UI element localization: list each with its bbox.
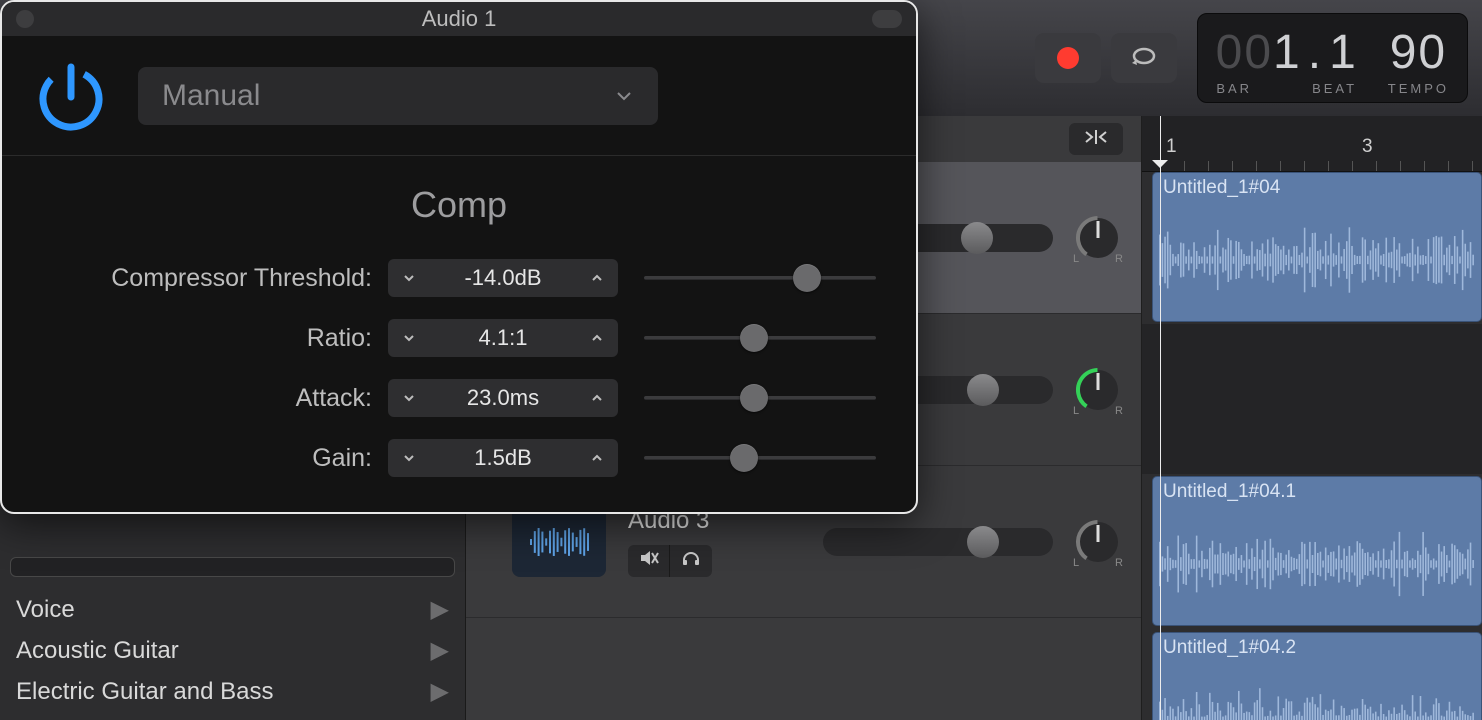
library-item-label: Voice	[16, 596, 75, 624]
window-control-icon[interactable]	[872, 10, 902, 28]
param-label: Gain:	[42, 444, 372, 473]
lcd-display: 001.1 BARBEAT 90 TEMPO	[1197, 13, 1468, 103]
region-waveform	[1159, 669, 1475, 720]
param-value: 1.5dB	[430, 445, 576, 471]
chevron-right-icon: ▶	[431, 636, 449, 665]
catch-icon	[1082, 128, 1110, 151]
library-search[interactable]	[10, 557, 455, 577]
playhead[interactable]	[1160, 116, 1161, 720]
library-item[interactable]: Electric Guitar and Bass ▶	[0, 671, 465, 712]
audio-region[interactable]: Untitled_1#04.1	[1152, 476, 1482, 626]
param-value: 23.0ms	[430, 385, 576, 411]
audio-region[interactable]: Untitled_1#04.2	[1152, 632, 1482, 720]
ruler-mark: 3	[1362, 136, 1373, 158]
mute-icon	[639, 550, 659, 571]
lcd-position[interactable]: 001.1 BARBEAT	[1216, 29, 1358, 96]
param-label: Compressor Threshold:	[42, 264, 372, 293]
param-stepper[interactable]: 23.0ms	[388, 379, 618, 417]
param-row: Compressor Threshold: -14.0dB	[42, 248, 876, 308]
transport	[1035, 33, 1177, 83]
power-icon[interactable]	[32, 57, 110, 135]
audio-region[interactable]: Untitled_1#04	[1152, 172, 1482, 322]
window-control-icon[interactable]	[16, 10, 34, 28]
param-stepper[interactable]: 1.5dB	[388, 439, 618, 477]
preset-value: Manual	[162, 79, 260, 113]
waveform-icon	[528, 524, 590, 560]
region-name: Untitled_1#04.2	[1163, 637, 1296, 659]
ruler-mark: 1	[1166, 136, 1177, 158]
record-icon	[1057, 47, 1079, 69]
chevron-up-icon[interactable]	[576, 259, 618, 297]
arrange-timeline[interactable]: 1 3 Untitled_1#04 Untitled_1#04.1 Untitl…	[1142, 116, 1482, 720]
ruler[interactable]: 1 3	[1142, 116, 1482, 172]
empty-lane	[1142, 324, 1482, 474]
library-item[interactable]: Acoustic Guitar ▶	[0, 630, 465, 671]
plugin-section-title: Comp	[42, 184, 876, 226]
library-item-label: Electric Guitar and Bass	[16, 678, 273, 706]
chevron-down-icon[interactable]	[388, 379, 430, 417]
param-label: Attack:	[42, 384, 372, 413]
chevron-down-icon[interactable]	[388, 439, 430, 477]
chevron-down-icon[interactable]	[388, 319, 430, 357]
region-waveform	[1159, 209, 1475, 311]
chevron-down-icon	[614, 86, 634, 106]
region-name: Untitled_1#04	[1163, 177, 1280, 199]
chevron-down-icon[interactable]	[388, 259, 430, 297]
region-waveform	[1159, 513, 1475, 615]
lcd-tempo[interactable]: 90 TEMPO	[1388, 29, 1449, 96]
chevron-right-icon: ▶	[431, 595, 449, 624]
param-row: Gain: 1.5dB	[42, 428, 876, 488]
param-value: -14.0dB	[430, 265, 576, 291]
cycle-icon	[1129, 44, 1159, 73]
param-label: Ratio:	[42, 324, 372, 353]
cycle-button[interactable]	[1111, 33, 1177, 83]
plugin-titlebar[interactable]: Audio 1	[2, 2, 916, 36]
volume-slider[interactable]	[823, 528, 1053, 556]
param-slider[interactable]	[644, 439, 876, 477]
headphones-icon	[681, 550, 701, 571]
param-value: 4.1:1	[430, 325, 576, 351]
pan-knob[interactable]: LR	[1073, 213, 1123, 263]
catch-playhead-button[interactable]	[1069, 123, 1123, 155]
param-stepper[interactable]: -14.0dB	[388, 259, 618, 297]
param-stepper[interactable]: 4.1:1	[388, 319, 618, 357]
chevron-up-icon[interactable]	[576, 439, 618, 477]
plugin-title: Audio 1	[422, 6, 497, 32]
pan-knob[interactable]: LR	[1073, 365, 1123, 415]
mute-button[interactable]	[628, 545, 670, 577]
chevron-up-icon[interactable]	[576, 319, 618, 357]
param-slider[interactable]	[644, 319, 876, 357]
chevron-up-icon[interactable]	[576, 379, 618, 417]
plugin-window: Audio 1 Manual Comp Compressor Threshold…	[0, 0, 918, 514]
chevron-right-icon: ▶	[431, 677, 449, 706]
param-slider[interactable]	[644, 259, 876, 297]
library-item[interactable]: Voice ▶	[0, 589, 465, 630]
param-row: Ratio: 4.1:1	[42, 308, 876, 368]
record-button[interactable]	[1035, 33, 1101, 83]
pan-knob[interactable]: LR	[1073, 517, 1123, 567]
param-row: Attack: 23.0ms	[42, 368, 876, 428]
library-item-label: Acoustic Guitar	[16, 637, 179, 665]
param-slider[interactable]	[644, 379, 876, 417]
preset-dropdown[interactable]: Manual	[138, 67, 658, 125]
region-name: Untitled_1#04.1	[1163, 481, 1296, 503]
solo-button[interactable]	[670, 545, 712, 577]
